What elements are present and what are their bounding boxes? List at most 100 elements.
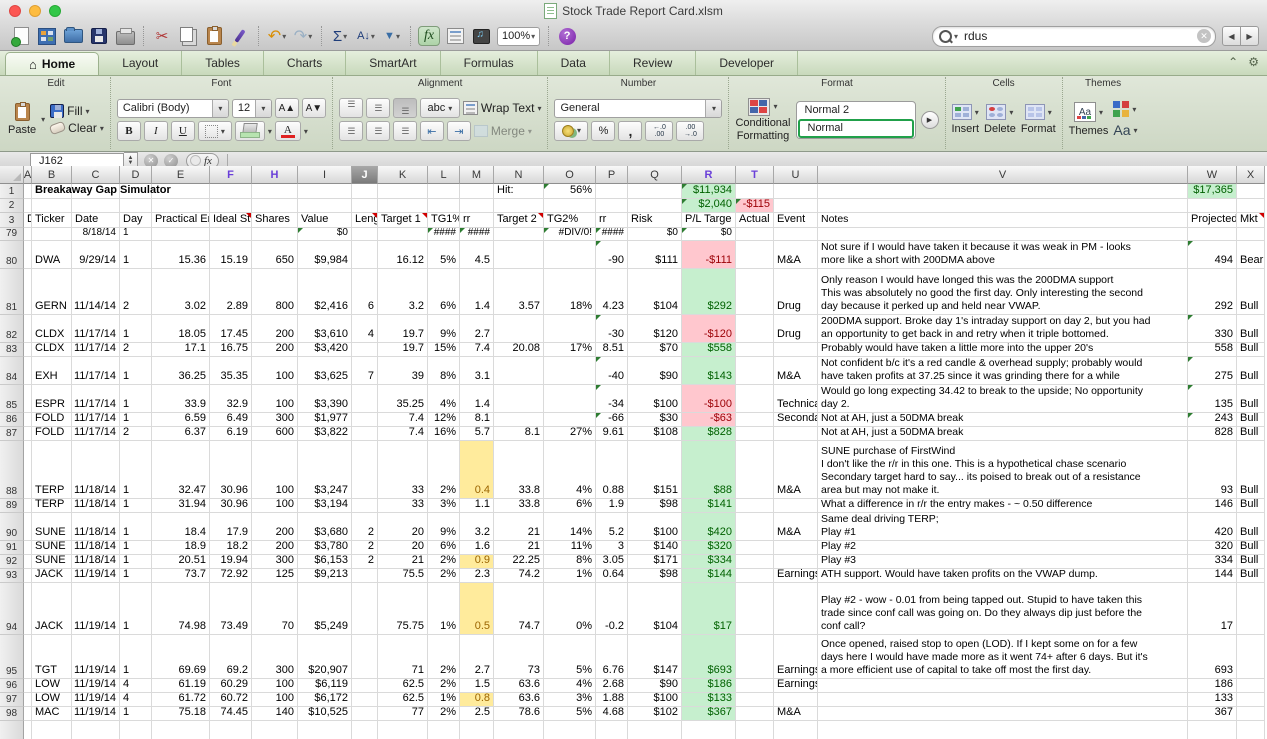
- cell-Q87[interactable]: $108: [628, 427, 682, 441]
- cell-A81[interactable]: [24, 269, 32, 315]
- cell-B3[interactable]: Ticker: [32, 213, 72, 228]
- cell-X2[interactable]: [1237, 199, 1265, 213]
- cell-B90[interactable]: SUNE: [32, 513, 72, 541]
- column-header-D[interactable]: D: [120, 166, 152, 184]
- cell-K1[interactable]: [378, 184, 428, 199]
- comma-format-button[interactable]: ,: [618, 121, 642, 141]
- cell-V79[interactable]: [818, 228, 1188, 241]
- autosum-button[interactable]: Σ▾: [328, 24, 352, 48]
- cell-O[interactable]: [544, 721, 596, 739]
- font-color-button[interactable]: A: [275, 121, 301, 141]
- cell-I79[interactable]: $0: [298, 228, 352, 241]
- cell-I95[interactable]: $20,907: [298, 635, 352, 679]
- column-header-Q[interactable]: Q: [628, 166, 682, 184]
- cell-P3[interactable]: rr: [596, 213, 628, 228]
- cell-U93[interactable]: Earnings: [774, 569, 818, 583]
- cell-O92[interactable]: 8%: [544, 555, 596, 569]
- cell-A87[interactable]: [24, 427, 32, 441]
- cell-U90[interactable]: M&A: [774, 513, 818, 541]
- cell-X85[interactable]: Bull: [1237, 385, 1265, 413]
- text-orientation-button[interactable]: abc ▾: [420, 98, 460, 118]
- cell-A79[interactable]: [24, 228, 32, 241]
- search-next-button[interactable]: ▶: [1241, 26, 1259, 46]
- cell-R86[interactable]: -$63: [682, 413, 736, 427]
- cell-V2[interactable]: [818, 199, 1188, 213]
- cell-R87[interactable]: $828: [682, 427, 736, 441]
- cell-M94[interactable]: 0.5: [460, 583, 494, 635]
- cell-J83[interactable]: [352, 343, 378, 357]
- conditional-formatting-button[interactable]: ▾ Conditional Formatting: [735, 98, 790, 142]
- cell-O87[interactable]: 27%: [544, 427, 596, 441]
- column-header-M[interactable]: M: [460, 166, 494, 184]
- row-header-95[interactable]: 95: [0, 635, 24, 679]
- cell-K94[interactable]: 75.75: [378, 583, 428, 635]
- cell-N94[interactable]: 74.7: [494, 583, 544, 635]
- cell-O79[interactable]: #DIV/0!: [544, 228, 596, 241]
- cell-U84[interactable]: M&A: [774, 357, 818, 385]
- tab-tables[interactable]: Tables: [182, 51, 264, 75]
- cell-R2[interactable]: $2,040: [682, 199, 736, 213]
- cell-R98[interactable]: $367: [682, 707, 736, 721]
- row-header-87[interactable]: 87: [0, 427, 24, 441]
- cell-I92[interactable]: $6,153: [298, 555, 352, 569]
- new-workbook-button[interactable]: [9, 24, 33, 48]
- cell-A92[interactable]: [24, 555, 32, 569]
- cell-F1[interactable]: [210, 184, 252, 199]
- cell-R79[interactable]: $0: [682, 228, 736, 241]
- tab-data[interactable]: Data: [538, 51, 610, 75]
- underline-button[interactable]: U: [171, 121, 195, 141]
- cell-T93[interactable]: [736, 569, 774, 583]
- tab-formulas[interactable]: Formulas: [441, 51, 538, 75]
- cell-V84[interactable]: Not confident b/c it's a red candle & ov…: [818, 357, 1188, 385]
- cell-E85[interactable]: 33.9: [152, 385, 210, 413]
- cell-E80[interactable]: 15.36: [152, 241, 210, 269]
- cell-N91[interactable]: 21: [494, 541, 544, 555]
- cell-H85[interactable]: 100: [252, 385, 298, 413]
- cell-P98[interactable]: 4.68: [596, 707, 628, 721]
- cell-K84[interactable]: 39: [378, 357, 428, 385]
- redo-button[interactable]: ↷▾: [291, 24, 315, 48]
- cell-V86[interactable]: Not at AH, just a 50DMA break: [818, 413, 1188, 427]
- cell-J90[interactable]: 2: [352, 513, 378, 541]
- cell-M88[interactable]: 0.4: [460, 441, 494, 499]
- cell-V93[interactable]: ATH support. Would have taken profits on…: [818, 569, 1188, 583]
- cell-C80[interactable]: 9/29/14: [72, 241, 120, 269]
- cell-E[interactable]: [152, 721, 210, 739]
- cell-I84[interactable]: $3,625: [298, 357, 352, 385]
- cell-P86[interactable]: -66: [596, 413, 628, 427]
- fill-color-button[interactable]: [235, 121, 265, 141]
- select-all-corner[interactable]: [0, 166, 24, 184]
- cell-O84[interactable]: [544, 357, 596, 385]
- minimize-window-button[interactable]: [29, 5, 41, 17]
- cell-J80[interactable]: [352, 241, 378, 269]
- cell-R[interactable]: [682, 721, 736, 739]
- tab-smartart[interactable]: SmartArt: [346, 51, 440, 75]
- cell-H83[interactable]: 200: [252, 343, 298, 357]
- fill-button[interactable]: Fill ▾: [50, 104, 104, 118]
- cell-M90[interactable]: 3.2: [460, 513, 494, 541]
- cell-K83[interactable]: 19.7: [378, 343, 428, 357]
- cell-N87[interactable]: 8.1: [494, 427, 544, 441]
- cell-J89[interactable]: [352, 499, 378, 513]
- cell-F89[interactable]: 30.96: [210, 499, 252, 513]
- cell-F97[interactable]: 60.72: [210, 693, 252, 707]
- cell-Q85[interactable]: $100: [628, 385, 682, 413]
- cell-M85[interactable]: 1.4: [460, 385, 494, 413]
- cell-T86[interactable]: [736, 413, 774, 427]
- ribbon-settings-gear-icon[interactable]: ⚙: [1248, 55, 1259, 69]
- cell-X90[interactable]: Bull: [1237, 513, 1265, 541]
- cell-H89[interactable]: 100: [252, 499, 298, 513]
- cell-B92[interactable]: SUNE: [32, 555, 72, 569]
- cell-W79[interactable]: [1188, 228, 1237, 241]
- cell-N2[interactable]: [494, 199, 544, 213]
- cell-H92[interactable]: 300: [252, 555, 298, 569]
- row-header-96[interactable]: 96: [0, 679, 24, 693]
- cell-V91[interactable]: Play #2: [818, 541, 1188, 555]
- cell-U87[interactable]: [774, 427, 818, 441]
- row-header-98[interactable]: 98: [0, 707, 24, 721]
- cell-V88[interactable]: SUNE purchase of FirstWind I don't like …: [818, 441, 1188, 499]
- theme-fonts-button[interactable]: Aa▾: [1113, 122, 1137, 138]
- cell-U91[interactable]: [774, 541, 818, 555]
- cell-Q2[interactable]: [628, 199, 682, 213]
- cell-V90[interactable]: Same deal driving TERP; Play #1: [818, 513, 1188, 541]
